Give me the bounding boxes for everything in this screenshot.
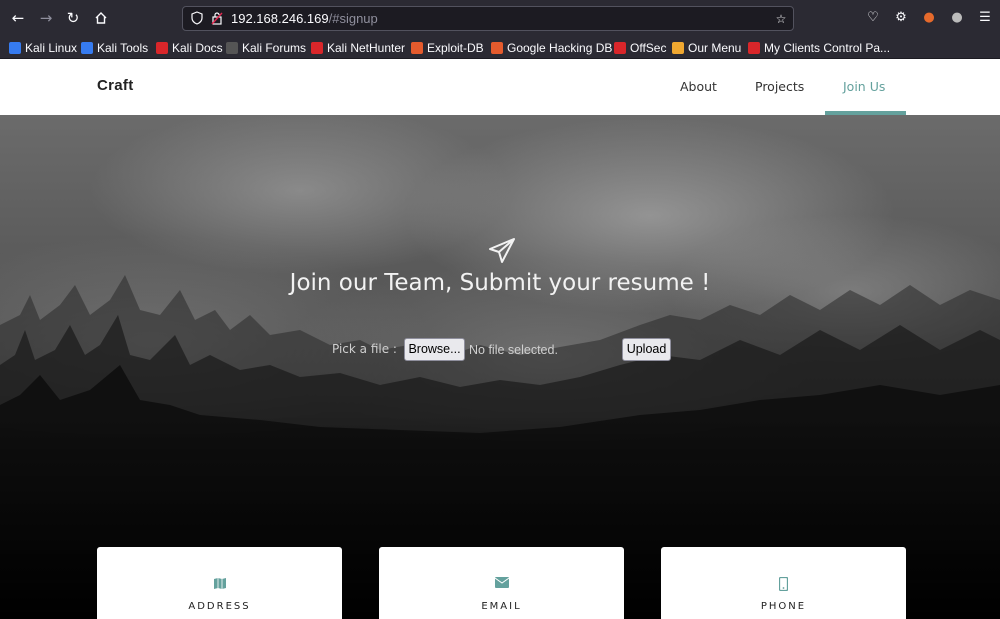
address-label: ADDRESS	[188, 601, 251, 612]
forward-icon[interactable]: →	[36, 8, 56, 28]
nethunter-icon	[311, 41, 323, 54]
home-icon[interactable]	[91, 8, 111, 28]
bookmark-our-menu[interactable]: Our Menu	[672, 39, 741, 56]
url-text[interactable]: 192.168.246.169/#signup	[231, 11, 378, 26]
menu-icon[interactable]: ☰	[976, 9, 994, 27]
foxyproxy-icon[interactable]: ●	[920, 9, 938, 27]
bookmark-kali-linux[interactable]: Kali Linux	[9, 39, 77, 56]
our-menu-icon	[672, 41, 684, 54]
back-icon[interactable]: ←	[8, 8, 28, 28]
signup-section: Join our Team, Submit your resume ! Pick…	[0, 115, 1000, 619]
email-label: EMAIL	[481, 601, 522, 612]
bookmark-exploit-db[interactable]: Exploit-DB	[411, 39, 484, 56]
file-status: No file selected.	[469, 343, 558, 357]
browse-button[interactable]: Browse...	[404, 338, 465, 361]
nav-join-us[interactable]: Join Us	[843, 79, 885, 94]
kali-tools-icon	[81, 41, 93, 54]
upload-button[interactable]: Upload	[622, 338, 671, 361]
bookmark-google-hacking-db[interactable]: Google Hacking DB	[491, 39, 612, 56]
map-icon	[97, 577, 342, 594]
my-clients-icon	[748, 41, 760, 54]
mobile-icon	[661, 576, 906, 595]
site-navbar: Craft About Projects Join Us	[0, 59, 1000, 115]
pocket-icon[interactable]: ♡	[864, 9, 882, 27]
kali-forums-icon	[226, 41, 238, 54]
hero-title: Join our Team, Submit your resume !	[289, 270, 711, 296]
profile-icon[interactable]: ●	[948, 9, 966, 27]
address-card: ADDRESS	[97, 547, 342, 619]
reload-icon[interactable]: ↻	[63, 8, 83, 28]
shield-icon[interactable]	[189, 11, 205, 27]
insecure-lock-icon[interactable]	[209, 11, 225, 27]
email-card: EMAIL	[379, 547, 624, 619]
bookmark-my-clients[interactable]: My Clients Control Pa...	[748, 39, 890, 56]
bookmark-offsec[interactable]: OffSec	[614, 39, 666, 56]
envelope-icon	[379, 577, 624, 592]
bookmark-star-icon[interactable]: ☆	[773, 11, 789, 27]
bookmark-kali-tools[interactable]: Kali Tools	[81, 39, 148, 56]
bookmarks-bar: Kali Linux Kali Tools Kali Docs Kali For…	[0, 36, 1000, 59]
offsec-icon	[614, 41, 626, 54]
bookmark-kali-nethunter[interactable]: Kali NetHunter	[311, 39, 405, 56]
url-bar[interactable]: 192.168.246.169/#signup ☆	[182, 6, 794, 31]
browser-toolbar: ← → ↻ 192.168.246.169/#signup ☆ ♡ ⚙ ● ● …	[0, 0, 1000, 36]
nav-projects[interactable]: Projects	[755, 79, 804, 94]
paper-plane-icon	[487, 236, 517, 266]
site-brand[interactable]: Craft	[97, 77, 134, 94]
exploit-db-icon	[411, 41, 423, 54]
bookmark-kali-forums[interactable]: Kali Forums	[226, 39, 306, 56]
kali-docs-icon	[156, 41, 168, 54]
extensions-icon[interactable]: ⚙	[892, 9, 910, 27]
nav-about[interactable]: About	[680, 79, 717, 94]
forest-background	[0, 275, 1000, 619]
bookmark-kali-docs[interactable]: Kali Docs	[156, 39, 223, 56]
kali-icon	[9, 41, 21, 54]
file-label: Pick a file :	[332, 342, 397, 356]
phone-card: PHONE	[661, 547, 906, 619]
phone-label: PHONE	[760, 601, 807, 612]
ghdb-icon	[491, 41, 503, 54]
